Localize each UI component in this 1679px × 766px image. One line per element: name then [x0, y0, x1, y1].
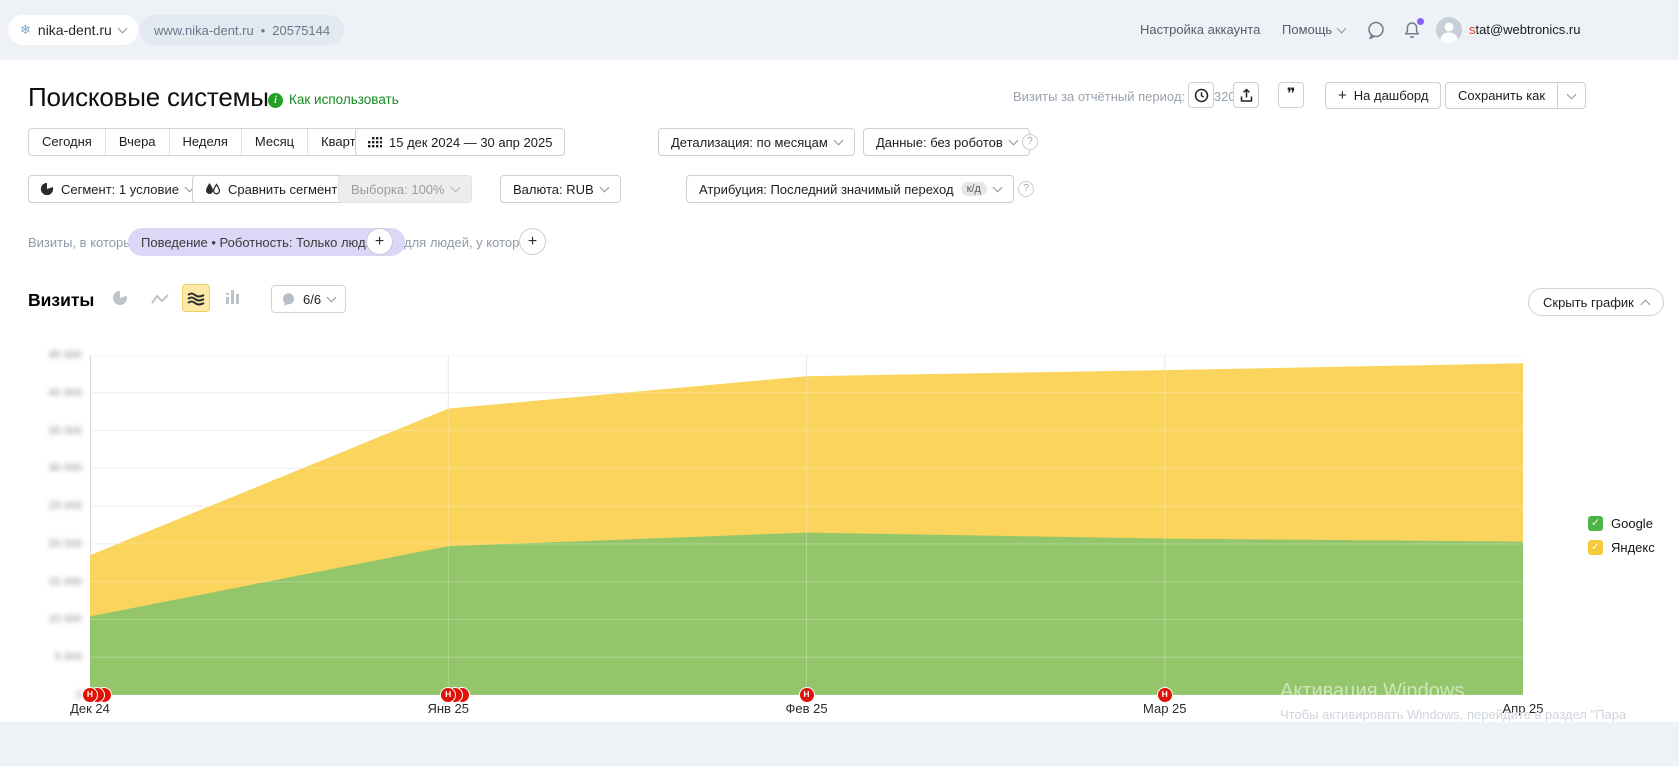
export-button[interactable]	[1233, 82, 1259, 108]
chart-legend: ✓ Google ✓ Яндекс	[1588, 516, 1655, 564]
tab-yesterday[interactable]: Вчера	[105, 129, 169, 155]
chevron-down-icon	[1337, 23, 1347, 33]
add-people-condition-button[interactable]: +	[519, 228, 546, 255]
quotes-icon: ❞	[1287, 90, 1296, 100]
chevron-up-icon	[1640, 299, 1650, 309]
avatar[interactable]	[1436, 17, 1462, 43]
bottom-strip	[0, 722, 1679, 766]
filter-chip-robots[interactable]: Поведение • Роботность: Только люди ✕	[128, 228, 405, 256]
chart-type-stacked-area-icon[interactable]	[182, 284, 210, 312]
counter-id: 20575144	[272, 23, 330, 38]
legend-item-google[interactable]: ✓ Google	[1588, 516, 1655, 531]
separator-dot: •	[261, 23, 266, 38]
user-email[interactable]: stat@webtronics.ru	[1469, 22, 1580, 37]
checkbox-checked-icon[interactable]: ✓	[1588, 540, 1603, 555]
data-mode-dropdown[interactable]: Данные: без роботов	[863, 128, 1030, 156]
share-export-icon	[1239, 88, 1254, 103]
windows-activation-subtext: Чтобы активировать Windows, перейдите в …	[1280, 707, 1626, 722]
legend-item-yandex[interactable]: ✓ Яндекс	[1588, 540, 1655, 555]
y-tick-label: 35 000	[30, 425, 82, 437]
checkbox-checked-icon[interactable]: ✓	[1588, 516, 1603, 531]
chart-type-line-icon[interactable]	[151, 293, 169, 309]
comment-bubble-icon	[282, 293, 296, 306]
help-question-icon[interactable]: ?	[1022, 134, 1038, 150]
attribution-dropdown[interactable]: Атрибуция: Последний значимый переход к/…	[686, 175, 1014, 203]
y-tick-label: 45 000	[30, 349, 82, 361]
currency-dropdown[interactable]: Валюта: RUB	[500, 175, 621, 203]
droplets-icon	[205, 182, 221, 196]
hide-chart-button[interactable]: Скрыть график	[1528, 288, 1664, 316]
y-tick-label: 10 000	[30, 613, 82, 625]
chevron-down-icon	[117, 24, 127, 34]
detail-dropdown[interactable]: Детализация: по месяцам	[658, 128, 855, 156]
site-selector[interactable]: ❄ nika-dent.ru	[8, 15, 138, 45]
y-tick-label: 0	[30, 689, 82, 701]
tab-week[interactable]: Неделя	[169, 129, 241, 155]
quotes-button[interactable]: ❞	[1278, 82, 1304, 108]
stacked-area-chart[interactable]	[90, 355, 1523, 695]
how-to-use-link[interactable]: Как использовать	[289, 92, 399, 107]
chat-bubble-icon[interactable]	[1366, 20, 1386, 40]
save-as-split-button: Сохранить как	[1445, 82, 1586, 109]
chevron-down-icon	[1567, 89, 1577, 99]
notifications-bell-icon[interactable]	[1402, 20, 1422, 40]
add-visit-condition-button[interactable]: +	[366, 228, 393, 255]
chart-type-bars-icon[interactable]	[226, 290, 244, 306]
plus-icon: +	[1338, 88, 1347, 103]
page-title: Поисковые системы	[28, 82, 269, 113]
y-tick-label: 40 000	[30, 387, 82, 399]
help-question-icon[interactable]: ?	[1018, 181, 1034, 197]
chevron-down-icon	[992, 183, 1002, 193]
annotation-circle-icon: Н	[799, 687, 815, 703]
notification-dot	[1417, 18, 1424, 25]
y-tick-label: 30 000	[30, 462, 82, 474]
site-name: nika-dent.ru	[38, 22, 112, 38]
info-icon: i	[268, 93, 283, 108]
calendar-grid-icon	[368, 137, 382, 148]
for-people-label: для людей, у которых	[404, 235, 535, 250]
chevron-down-icon	[1008, 136, 1018, 146]
annotation-circle-icon: Н	[82, 687, 98, 703]
windows-activation-watermark: Активация Windows	[1280, 680, 1464, 703]
chart-type-pie-icon[interactable]	[112, 290, 130, 306]
tab-today[interactable]: Сегодня	[29, 129, 105, 155]
series-count: 6/6	[303, 292, 321, 307]
save-as-dropdown-button[interactable]	[1558, 82, 1586, 109]
y-tick-label: 5 000	[30, 651, 82, 663]
chevron-down-icon	[599, 183, 609, 193]
site-url: www.nika-dent.ru	[154, 23, 254, 38]
y-tick-label: 15 000	[30, 576, 82, 588]
date-range-button[interactable]: 15 дек 2024 — 30 апр 2025	[355, 128, 565, 156]
pie-segment-icon	[40, 182, 54, 196]
help-menu[interactable]: Помощь	[1282, 22, 1345, 37]
series-visibility-dropdown[interactable]: 6/6	[271, 285, 346, 313]
chart-title: Визиты	[28, 290, 94, 311]
attribution-badge: к/д	[961, 182, 987, 196]
segment-dropdown[interactable]: Сегмент: 1 условие	[29, 182, 204, 197]
y-axis-labels: 45 00040 00035 00030 00025 00020 00015 0…	[30, 355, 82, 695]
tab-month[interactable]: Месяц	[241, 129, 307, 155]
topbar: ❄ nika-dent.ru www.nika-dent.ru • 205751…	[0, 0, 1679, 60]
y-tick-label: 25 000	[30, 500, 82, 512]
chevron-down-icon	[327, 293, 337, 303]
save-as-button[interactable]: Сохранить как	[1445, 82, 1558, 109]
date-range-label: 15 дек 2024 — 30 апр 2025	[389, 135, 552, 150]
visits-in-which-label: Визиты, в которых	[28, 235, 139, 250]
history-clock-button[interactable]	[1188, 82, 1214, 108]
counter-info[interactable]: www.nika-dent.ru • 20575144	[140, 15, 344, 45]
annotation-circle-icon: Н	[1157, 687, 1173, 703]
add-to-dashboard-button[interactable]: + На дашборд	[1325, 82, 1441, 109]
account-settings-link[interactable]: Настройка аккаунта	[1140, 22, 1260, 37]
y-tick-label: 20 000	[30, 538, 82, 550]
yandex-metrica-report: ❄ nika-dent.ru www.nika-dent.ru • 205751…	[0, 0, 1679, 766]
chevron-down-icon	[833, 136, 843, 146]
sampling-dropdown[interactable]: Выборка: 100%	[338, 175, 472, 203]
clock-icon	[1194, 88, 1209, 103]
chevron-down-icon	[450, 183, 460, 193]
site-favicon-icon: ❄	[20, 22, 31, 38]
